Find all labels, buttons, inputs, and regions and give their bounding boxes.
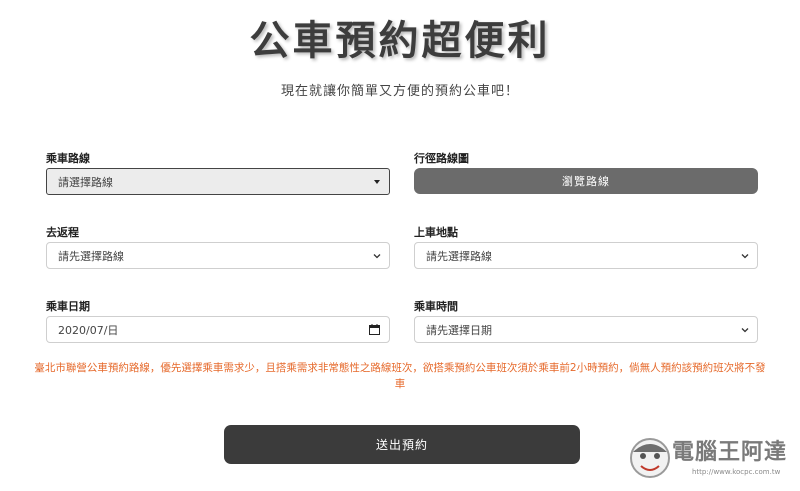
time-select-value: 請先選擇日期 [426,323,492,337]
watermark-logo: 電腦王阿達 http://www.kocpc.com.tw [628,432,796,488]
chevron-down-icon [741,327,749,332]
page-title: 公車預約超便利 [249,18,551,64]
date-label: 乘車日期 [46,300,90,313]
time-select[interactable]: 請先選擇日期 [414,316,758,343]
direction-label: 去返程 [46,226,79,239]
route-label: 乘車路線 [46,152,90,165]
route-select[interactable]: 請選擇路線 [46,168,390,195]
direction-select[interactable]: 請先選擇路線 [46,242,390,269]
chevron-down-icon [741,253,749,258]
calendar-icon[interactable] [369,324,380,335]
route-select-value: 請選擇路線 [58,175,113,189]
route-map-label: 行徑路線圖 [414,152,469,165]
time-label: 乘車時間 [414,300,458,313]
chevron-down-icon [373,253,381,258]
date-input-value: 2020/07/日 [58,323,119,337]
stop-select[interactable]: 請先選擇路線 [414,242,758,269]
dropdown-caret-icon [374,180,380,184]
direction-select-value: 請先選擇路線 [58,249,124,263]
mascot-face-icon [630,438,670,478]
stop-select-value: 請先選擇路線 [426,249,492,263]
date-input[interactable]: 2020/07/日 [46,316,390,343]
watermark-text: 電腦王阿達 [672,440,788,465]
page-subtitle: 現在就讓你簡單又方便的預約公車吧！ [280,84,519,99]
browse-route-button[interactable]: 瀏覽路線 [414,168,758,194]
watermark-url: http://www.kocpc.com.tw [692,468,781,476]
submit-booking-button[interactable]: 送出預約 [224,425,580,464]
booking-notice: 臺北市聯營公車預約路線，優先選擇乘車需求少，且搭乘需求非常態性之路線班次，欲搭乘… [34,362,766,390]
stop-label: 上車地點 [414,226,458,239]
